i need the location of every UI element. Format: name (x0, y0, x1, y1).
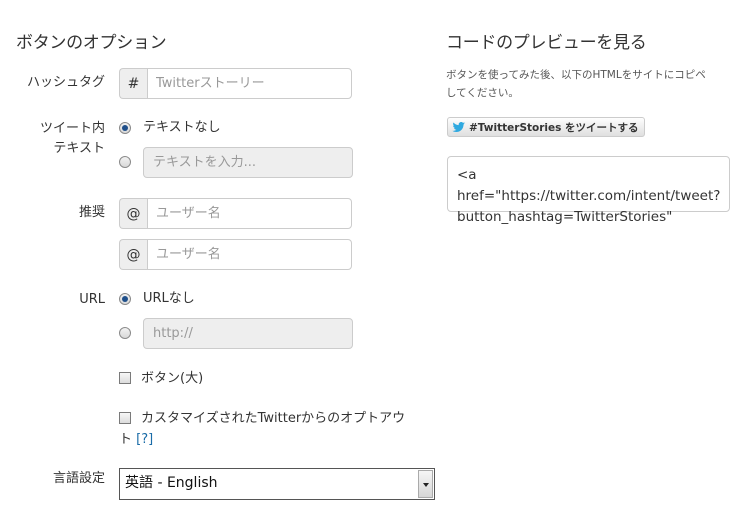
code-preview-box[interactable]: <a href="https://twitter.com/intent/twee… (447, 156, 730, 225)
recommend-username-input-1[interactable] (147, 198, 352, 229)
recommend-input-group-2: @ (119, 239, 352, 270)
tweet-text-custom-radio[interactable] (119, 156, 131, 168)
recommend-username-input-2[interactable] (147, 239, 352, 270)
tweet-text-label-line2: テキスト (53, 141, 105, 156)
tweet-text-input[interactable] (143, 147, 353, 178)
code-preview-heading: コードのプレビューを見る (446, 33, 647, 53)
recommend-input-group-1: @ (119, 198, 352, 229)
url-custom-radio[interactable] (119, 327, 131, 339)
language-selected-value: 英語 - English (125, 475, 218, 491)
opt-out-label-suffix: ト (119, 432, 137, 447)
twitter-bird-icon (452, 121, 466, 132)
code-snippet: <a href="https://twitter.com/intent/twee… (457, 167, 721, 225)
large-button-label: ボタン(大) (141, 371, 204, 386)
tweet-text-none-label: テキストなし (143, 120, 221, 135)
language-select[interactable]: 英語 - English (119, 468, 435, 500)
hash-addon: # (119, 68, 147, 99)
large-button-checkbox[interactable] (119, 372, 131, 384)
at-addon: @ (119, 198, 147, 229)
tweet-text-none-radio[interactable] (119, 122, 131, 134)
tweet-text-label-line1: ツイート内 (39, 121, 105, 136)
chevron-down-icon[interactable] (418, 470, 433, 498)
url-input[interactable] (143, 318, 353, 349)
hashtag-input[interactable] (147, 68, 352, 99)
url-none-label: URLなし (143, 291, 195, 306)
tweet-button-label: #TwitterStories をツイートする (469, 121, 639, 134)
help-link[interactable]: [?] (136, 432, 153, 447)
url-label: URL (79, 292, 105, 307)
preview-description: ボタンを使ってみた後、以下のHTMLをサイトにコピペしてください。 (446, 69, 706, 99)
opt-out-label-line1: カスタマイズされたTwitterからのオプトアウ (141, 411, 406, 426)
button-options-heading: ボタンのオプション (16, 33, 167, 53)
language-label: 言語設定 (52, 471, 105, 486)
url-none-radio[interactable] (119, 293, 131, 305)
hashtag-input-group: # (119, 68, 352, 99)
recommend-label: 推奨 (78, 205, 105, 220)
hashtag-label: ハッシュタグ (26, 75, 105, 90)
tweet-button-preview[interactable]: #TwitterStories をツイートする (447, 117, 645, 137)
opt-out-checkbox[interactable] (119, 412, 131, 424)
opt-out-label-line2: ト [?] (119, 429, 153, 451)
at-addon: @ (119, 239, 147, 270)
